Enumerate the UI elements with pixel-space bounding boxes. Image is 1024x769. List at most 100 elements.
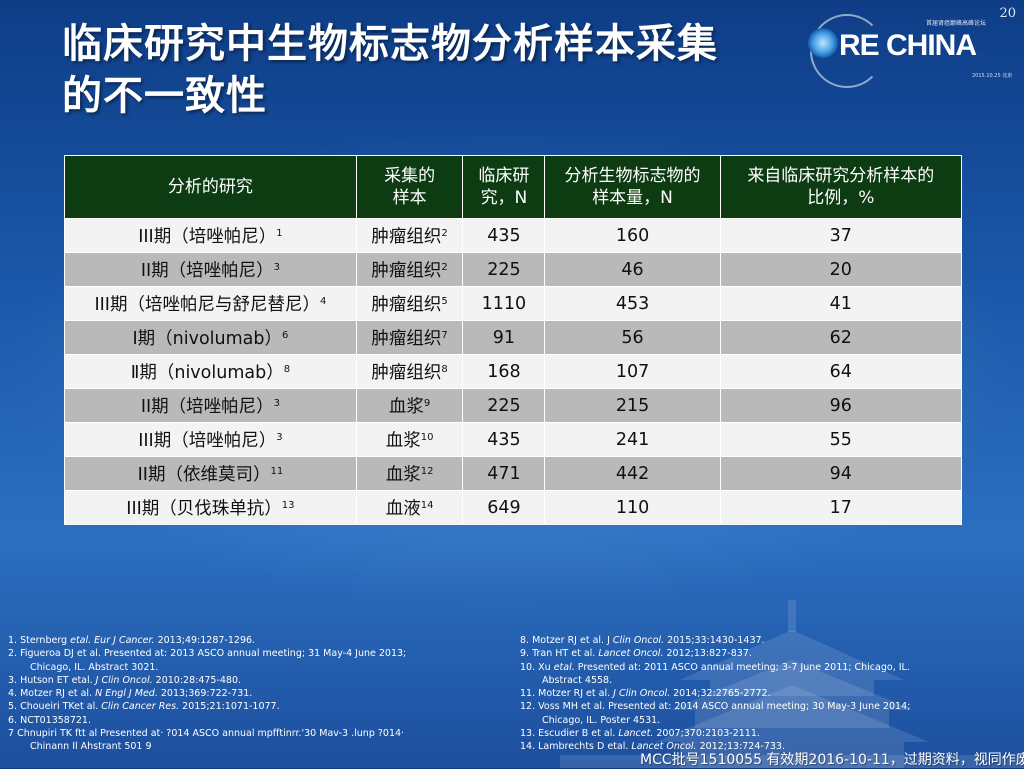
core-china-logo: 首届肾癌巅峰高峰论坛 RE CHINA 2015.10.25 北京 bbox=[808, 10, 1013, 92]
title-line-2: 的不一致性 bbox=[62, 73, 267, 119]
footnote-marker: 3 bbox=[273, 262, 281, 273]
logo-date: 2015.10.25 北京 bbox=[972, 73, 1013, 79]
footnote-marker: 2 bbox=[441, 262, 448, 273]
table-row: Ⅱ期（nivolumab）8 肿瘤组织8 168 107 64 bbox=[64, 354, 963, 389]
title-line-1: 临床研究中生物标志物分析样本采集 bbox=[62, 21, 718, 67]
reference-line: 1. Sternberg etal. Eur J Cancer. 2013;49… bbox=[8, 635, 256, 646]
study-cell: III期（培唑帕尼）1 bbox=[64, 218, 357, 253]
reference-line: 6. NCT01358721. bbox=[8, 714, 91, 726]
trial-n-cell: 168 bbox=[462, 354, 546, 389]
biomarker-n-cell: 56 bbox=[544, 320, 721, 355]
table-header-row: 分析的研究 采集的 样本 临床研 究，N 分析生物标志物的 样本量，N 来自临床研究分… bbox=[64, 155, 963, 219]
footnote-marker: 11 bbox=[270, 466, 284, 477]
references-right: 8. Motzer RJ et al. J Clin Oncol. 2015;3… bbox=[520, 634, 990, 754]
reference-line: Chinann Il Ahstrant 501 9 bbox=[30, 741, 152, 753]
footnote-marker: 3 bbox=[276, 432, 283, 443]
biomarker-n-cell: 160 bbox=[544, 218, 721, 253]
slide-title: 临床研究中生物标志物分析样本采集 的不一致性 bbox=[62, 18, 802, 122]
biomarker-n-cell: 215 bbox=[544, 388, 721, 423]
footnote-marker: 3 bbox=[273, 398, 281, 409]
reference-line: Abstract 4558. bbox=[542, 674, 613, 686]
logo-wordmark: RE CHINA bbox=[808, 28, 977, 63]
logo-brand: RE CHINA bbox=[839, 29, 977, 62]
sample-cell: 血浆10 bbox=[355, 422, 464, 457]
sample-cell: 血液14 bbox=[355, 490, 464, 525]
sample-cell: 肿瘤组织2 bbox=[355, 252, 464, 287]
reference-line: 12. Voss MH et al. Presented at: 2014 AS… bbox=[520, 701, 911, 713]
study-cell: II期（培唑帕尼）3 bbox=[64, 388, 357, 423]
study-cell: I期（nivolumab）6 bbox=[64, 320, 357, 355]
table-row: I期（nivolumab）6 肿瘤组织7 91 56 62 bbox=[64, 320, 963, 355]
table-row: III期（贝伐珠单抗）13 血液14 649 110 17 bbox=[64, 490, 963, 525]
footnote-marker: 8 bbox=[283, 364, 291, 375]
reference-line: 8. Motzer RJ et al. J Clin Oncol. 2015;3… bbox=[520, 635, 765, 646]
header-study: 分析的研究 bbox=[64, 155, 357, 219]
footer-note: MCC批号1510055 有效期2016-10-11，过期资料，视同作废 bbox=[640, 752, 1024, 768]
sample-cell: 肿瘤组织8 bbox=[355, 354, 464, 389]
table-row: III期（培唑帕尼）1 肿瘤组织2 435 160 37 bbox=[64, 218, 963, 253]
reference-line: 10. Xu etal. Presented at: 2011 ASCO ann… bbox=[520, 661, 910, 673]
reference-line: 3. Hutson ET etal. J Clin Oncol. 2010:28… bbox=[8, 674, 242, 686]
study-cell: III期（贝伐珠单抗）13 bbox=[64, 490, 357, 525]
proportion-cell: 62 bbox=[719, 320, 963, 355]
reference-line: 13. Escudier B et al. Lancet. 2007;370:2… bbox=[520, 728, 760, 740]
reference-line: 11. Motzer RJ et al. J Clin Oncol. 2014;… bbox=[520, 688, 771, 700]
proportion-cell: 17 bbox=[719, 490, 963, 525]
proportion-cell: 94 bbox=[719, 456, 963, 491]
proportion-cell: 37 bbox=[719, 218, 963, 253]
reference-line: 2. Figueroa DJ et al. Presented at: 2013… bbox=[8, 648, 407, 660]
trial-n-cell: 435 bbox=[462, 422, 546, 457]
footnote-marker: 2 bbox=[441, 228, 448, 239]
globe-icon bbox=[808, 28, 838, 58]
trial-n-cell: 91 bbox=[462, 320, 546, 355]
study-cell: II期（培唑帕尼）3 bbox=[64, 252, 357, 287]
reference-line: 7 Chnupiri TK ftt al Presented at· ?014 … bbox=[8, 728, 405, 740]
trial-n-cell: 471 bbox=[462, 456, 546, 491]
sample-cell: 血浆12 bbox=[355, 456, 464, 491]
logo-subtitle: 首届肾癌巅峰高峰论坛 bbox=[926, 20, 987, 27]
table-body: III期（培唑帕尼）1 肿瘤组织2 435 160 37 II期（培唑帕尼）3 肿瘤组织2 2… bbox=[64, 218, 963, 525]
biomarker-n-cell: 107 bbox=[544, 354, 721, 389]
footnote-marker: 14 bbox=[420, 500, 434, 511]
sample-cell: 肿瘤组织2 bbox=[355, 218, 464, 253]
trial-n-cell: 1110 bbox=[462, 286, 546, 321]
proportion-cell: 41 bbox=[719, 286, 963, 321]
trial-n-cell: 435 bbox=[462, 218, 546, 253]
reference-line: 4. Motzer RJ et al. N Engl J Med. 2013;3… bbox=[8, 688, 253, 700]
footnote-marker: 4 bbox=[319, 296, 327, 307]
footnote-marker: 13 bbox=[281, 500, 295, 511]
reference-line: Chicago, IL. Abstract 3021. bbox=[30, 661, 159, 673]
footnote-marker: 7 bbox=[441, 330, 448, 341]
header-trial-n: 临床研 究，N bbox=[462, 155, 546, 219]
biomarker-n-cell: 453 bbox=[544, 286, 721, 321]
table-row: II期（培唑帕尼）3 肿瘤组织2 225 46 20 bbox=[64, 252, 963, 287]
trial-n-cell: 225 bbox=[462, 252, 546, 287]
biomarker-sample-table: 分析的研究 采集的 样本 临床研 究，N 分析生物标志物的 样本量，N 来自临床研究分… bbox=[64, 155, 963, 525]
footnote-marker: 12 bbox=[420, 466, 434, 477]
header-sample: 采集的 样本 bbox=[355, 155, 464, 219]
sample-cell: 血浆9 bbox=[355, 388, 464, 423]
trial-n-cell: 649 bbox=[462, 490, 546, 525]
footnote-marker: 9 bbox=[423, 398, 431, 409]
biomarker-n-cell: 442 bbox=[544, 456, 721, 491]
reference-line: 9. Tran HT et al. Lancet Oncol. 2012;13:… bbox=[520, 648, 752, 660]
footnote-marker: 6 bbox=[281, 330, 289, 341]
biomarker-n-cell: 241 bbox=[544, 422, 721, 457]
footnote-marker: 10 bbox=[420, 432, 434, 443]
footnote-marker: 1 bbox=[276, 228, 283, 239]
table-row: III期（培唑帕尼与舒尼替尼）4 肿瘤组织5 1110 453 41 bbox=[64, 286, 963, 321]
table-row: III期（培唑帕尼）3 血浆10 435 241 55 bbox=[64, 422, 963, 457]
footnote-marker: 8 bbox=[441, 364, 448, 375]
study-cell: III期（培唑帕尼）3 bbox=[64, 422, 357, 457]
header-biomarker-n: 分析生物标志物的 样本量，N bbox=[544, 155, 721, 219]
reference-line: 5. Choueiri TKet al. Clin Cancer Res. 20… bbox=[8, 701, 280, 713]
sample-cell: 肿瘤组织7 bbox=[355, 320, 464, 355]
biomarker-n-cell: 46 bbox=[544, 252, 721, 287]
table-row: II期（依维莫司）11 血浆12 471 442 94 bbox=[64, 456, 963, 491]
biomarker-n-cell: 110 bbox=[544, 490, 721, 525]
sample-cell: 肿瘤组织5 bbox=[355, 286, 464, 321]
study-cell: II期（依维莫司）11 bbox=[64, 456, 357, 491]
footnote-marker: 5 bbox=[441, 296, 448, 307]
table-row: II期（培唑帕尼）3 血浆9 225 215 96 bbox=[64, 388, 963, 423]
proportion-cell: 55 bbox=[719, 422, 963, 457]
